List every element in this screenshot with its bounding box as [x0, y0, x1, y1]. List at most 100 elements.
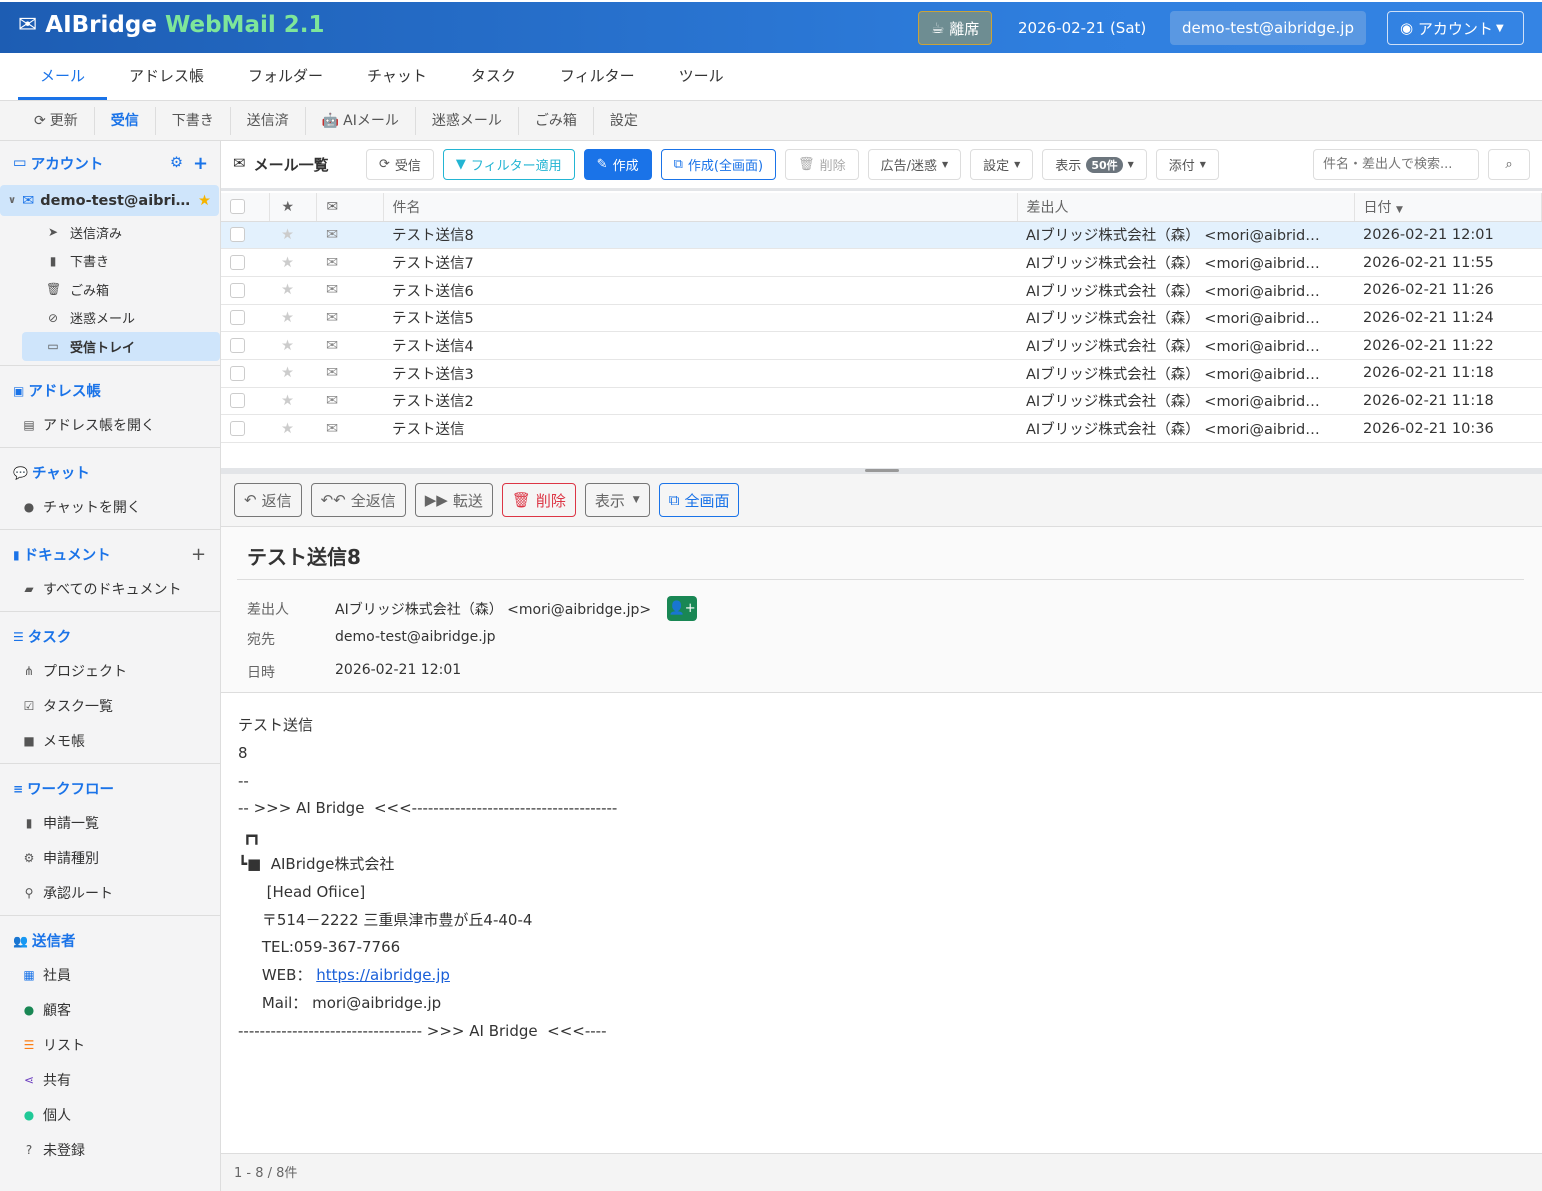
star-icon[interactable]: ★: [281, 365, 294, 381]
subnav-item[interactable]: 迷惑メール: [416, 107, 519, 135]
folder-item[interactable]: ⊘迷惑メール: [0, 304, 220, 333]
section-header[interactable]: ▣アドレス帳: [0, 374, 220, 408]
subnav-item[interactable]: ごみ箱: [519, 107, 594, 135]
section-header[interactable]: 💬チャット: [0, 456, 220, 490]
table-row[interactable]: ★✉テスト送信3AIブリッジ株式会社（森） <mori@aibrid…2026-…: [221, 359, 1542, 387]
app-logo[interactable]: ✉AIBridgeWebMail 2.1: [18, 12, 324, 38]
star-icon[interactable]: ★: [281, 421, 294, 437]
row-checkbox[interactable]: [230, 310, 245, 325]
row-checkbox[interactable]: [230, 255, 245, 270]
attachment-dropdown[interactable]: 添付▼: [1156, 149, 1219, 180]
tab-3[interactable]: チャット: [345, 53, 449, 100]
compose-button[interactable]: ✎作成: [584, 149, 652, 180]
star-icon[interactable]: ★: [281, 338, 294, 354]
forward-button[interactable]: ▶▶転送: [415, 483, 493, 517]
plus-icon[interactable]: +: [191, 544, 206, 565]
sidebar-item[interactable]: ⋔プロジェクト: [0, 654, 220, 689]
from-header[interactable]: 差出人: [1017, 193, 1354, 221]
view-dropdown[interactable]: 表示50件▼: [1042, 149, 1146, 180]
star-icon[interactable]: ★: [281, 393, 294, 409]
splitter-handle[interactable]: [865, 469, 899, 472]
row-checkbox[interactable]: [230, 338, 245, 353]
tab-2[interactable]: フォルダー: [226, 53, 345, 100]
star-icon[interactable]: ★: [281, 255, 294, 271]
tab-6[interactable]: ツール: [657, 53, 746, 100]
account-menu-button[interactable]: ◉ アカウント ▼: [1387, 11, 1524, 45]
section-header[interactable]: ≡ワークフロー: [0, 772, 220, 806]
sidebar-item[interactable]: ?未登録: [0, 1133, 220, 1168]
sidebar-item[interactable]: ■メモ帳: [0, 724, 220, 759]
table-row[interactable]: ★✉テスト送信2AIブリッジ株式会社（森） <mori@aibrid…2026-…: [221, 387, 1542, 415]
subnav-item[interactable]: 下書き: [156, 107, 231, 135]
row-checkbox[interactable]: [230, 421, 245, 436]
star-icon[interactable]: ★: [198, 193, 211, 209]
section-header[interactable]: ▮ドキュメント+: [0, 538, 220, 572]
sidebar-item[interactable]: ☑タスク一覧: [0, 689, 220, 724]
select-all-checkbox[interactable]: [230, 199, 245, 214]
table-row[interactable]: ★✉テスト送信4AIブリッジ株式会社（森） <mori@aibrid…2026-…: [221, 332, 1542, 360]
gear-icon[interactable]: ⚙: [170, 155, 183, 171]
apply-filter-button[interactable]: ▼フィルター適用: [443, 149, 575, 180]
fullscreen-button[interactable]: ⧉全画面: [659, 483, 740, 517]
folder-item[interactable]: ➤送信済み: [0, 218, 220, 247]
envelope-icon: ✉: [233, 154, 246, 175]
date-header[interactable]: 日付 ▼: [1354, 193, 1542, 221]
subnav-item[interactable]: 受信: [95, 107, 156, 135]
sidebar-item[interactable]: ⚙申請種別: [0, 841, 220, 876]
folder-item[interactable]: ▮下書き: [0, 247, 220, 276]
row-checkbox[interactable]: [230, 393, 245, 408]
star-icon[interactable]: ★: [281, 282, 294, 298]
sidebar-item[interactable]: ●チャットを開く: [0, 490, 220, 525]
compose-fullscreen-button[interactable]: ⧉作成(全画面): [661, 149, 776, 180]
add-contact-button[interactable]: 👤+: [667, 596, 697, 621]
table-row[interactable]: ★✉テスト送信7AIブリッジ株式会社（森） <mori@aibrid…2026-…: [221, 249, 1542, 277]
reply-all-button[interactable]: ↶↶全返信: [311, 483, 406, 517]
plus-icon[interactable]: +: [193, 153, 208, 174]
row-checkbox[interactable]: [230, 366, 245, 381]
sidebar-item[interactable]: ☰リスト: [0, 1028, 220, 1063]
subnav-item[interactable]: 設定: [594, 107, 654, 135]
folder-item[interactable]: ▭受信トレイ: [22, 332, 220, 361]
reader-view-dropdown[interactable]: 表示 ▼: [585, 483, 650, 517]
sidebar-item[interactable]: ●個人: [0, 1098, 220, 1133]
subnav-item[interactable]: 送信済: [231, 107, 306, 135]
tab-0[interactable]: メール: [18, 53, 107, 100]
star-icon[interactable]: ★: [281, 310, 294, 326]
tab-5[interactable]: フィルター: [538, 53, 657, 100]
search-input[interactable]: [1313, 149, 1479, 180]
sidebar-item[interactable]: ⚲承認ルート: [0, 876, 220, 911]
reply-button[interactable]: ↶返信: [234, 483, 302, 517]
star-icon[interactable]: ★: [281, 227, 294, 243]
subject-header[interactable]: 件名: [383, 193, 1017, 221]
row-checkbox[interactable]: [230, 283, 245, 298]
sidebar-item[interactable]: ●顧客: [0, 993, 220, 1028]
table-row[interactable]: ★✉テスト送信5AIブリッジ株式会社（森） <mori@aibrid…2026-…: [221, 304, 1542, 332]
subnav-item[interactable]: ⟳更新: [18, 107, 95, 135]
table-row[interactable]: ★✉テスト送信6AIブリッジ株式会社（森） <mori@aibrid…2026-…: [221, 276, 1542, 304]
spam-dropdown[interactable]: 広告/迷惑▼: [868, 149, 962, 180]
tab-4[interactable]: タスク: [449, 53, 538, 100]
sidebar-item[interactable]: ▤アドレス帳を開く: [0, 408, 220, 443]
receive-button[interactable]: ⟳受信: [366, 149, 434, 180]
section-header[interactable]: ☰タスク: [0, 620, 220, 654]
table-row[interactable]: ★✉テスト送信AIブリッジ株式会社（森） <mori@aibrid…2026-0…: [221, 415, 1542, 443]
search-button[interactable]: ⌕: [1488, 149, 1530, 180]
website-link[interactable]: https://aibridge.jp: [316, 966, 450, 984]
sidebar-item[interactable]: ▦社員: [0, 958, 220, 993]
delete-button[interactable]: 🗑削除: [785, 149, 859, 180]
folder-item[interactable]: 🗑ごみ箱: [0, 275, 220, 304]
subnav-item[interactable]: 🤖AIメール: [306, 107, 416, 135]
sidebar-item[interactable]: ▮申請一覧: [0, 806, 220, 841]
row-date: 2026-02-21 11:55: [1354, 249, 1542, 277]
table-row[interactable]: ★✉テスト送信8AIブリッジ株式会社（森） <mori@aibrid…2026-…: [221, 221, 1542, 249]
settings-dropdown[interactable]: 設定▼: [970, 149, 1033, 180]
sidebar-item[interactable]: ▰すべてのドキュメント: [0, 572, 220, 607]
tab-1[interactable]: アドレス帳: [107, 53, 226, 100]
select-all-header[interactable]: [221, 193, 269, 221]
reader-delete-button[interactable]: 🗑削除: [502, 483, 576, 517]
row-checkbox[interactable]: [230, 227, 245, 242]
account-item[interactable]: ∨✉demo-test@aibri…★: [0, 185, 219, 216]
away-button[interactable]: ☕ 離席: [918, 11, 992, 45]
sidebar-item[interactable]: ⋖共有: [0, 1063, 220, 1098]
section-header[interactable]: 👥送信者: [0, 924, 220, 958]
